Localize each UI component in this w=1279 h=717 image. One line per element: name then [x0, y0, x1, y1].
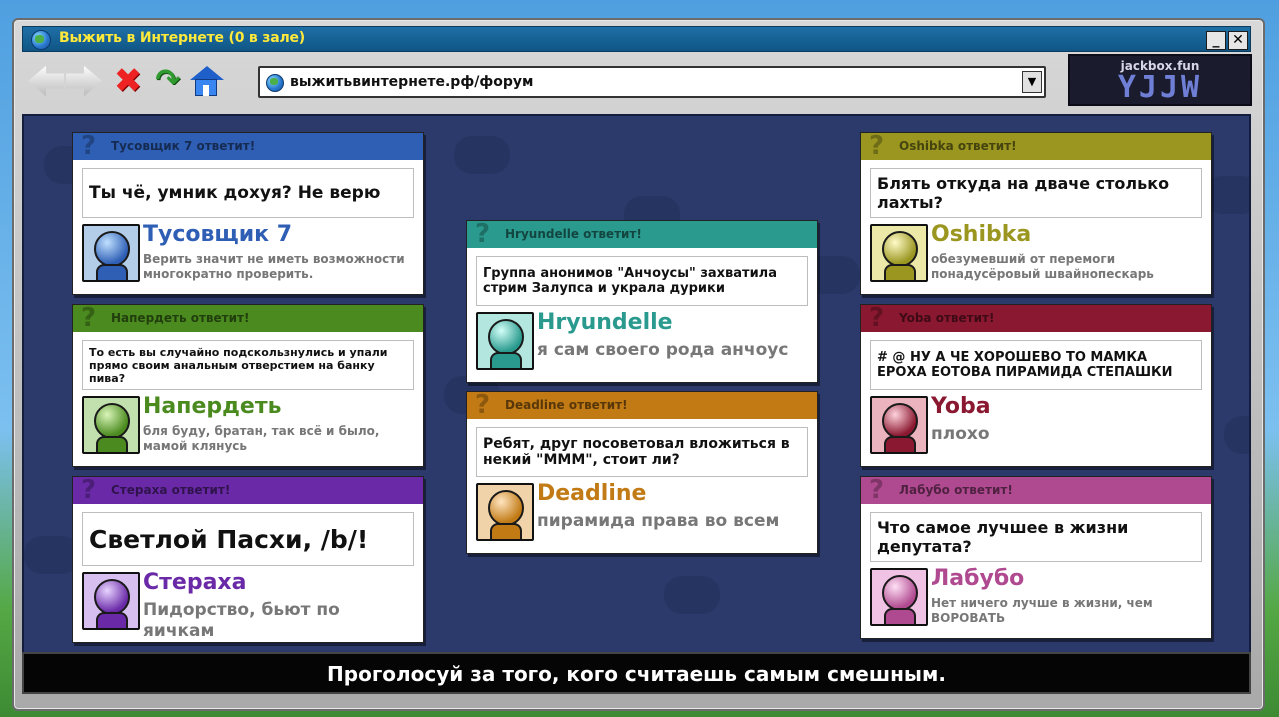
post-card[interactable]: ? Hryundelle ответит! Группа анонимов "А… [466, 220, 818, 383]
author-row: Стераха Пидорство, бьют по яичкам [82, 570, 414, 641]
vote-instruction: Проголосуй за того, кого считаешь самым … [327, 662, 946, 686]
post-card[interactable]: ? Стераха ответит! Светлой Пасхи, /b/! С… [72, 476, 424, 643]
room-code-panel: jackbox.fun YJJW [1068, 54, 1252, 106]
answer-text: Верить значит не иметь возможности много… [143, 252, 405, 281]
post-header-text: Yoba ответит! [899, 311, 995, 325]
post-header: ? Стераха ответит! [73, 477, 423, 504]
question-icon: ? [475, 390, 491, 420]
post-card[interactable]: ? Лабубо ответит! Что самое лучшее в жиз… [860, 476, 1212, 639]
post-header: ? Hryundelle ответит! [467, 221, 817, 248]
post-prompt: Группа анонимов "Анчоусы" захватила стри… [476, 256, 808, 306]
post-header-text: Стераха ответит! [111, 483, 231, 497]
question-icon: ? [475, 219, 491, 249]
browser-window: Выжить в Интернете (0 в зале) _ ✕ ✖ ↷ вы… [12, 18, 1265, 711]
post-card[interactable]: ? Deadline ответит! Ребят, друг посовето… [466, 391, 818, 554]
post-header: ? Тусовщик 7 ответит! [73, 133, 423, 160]
post-header: ? Deadline ответит! [467, 392, 817, 419]
post-prompt: Ты чё, умник дохуя? Не верю [82, 168, 414, 218]
back-arrow-icon[interactable] [28, 65, 64, 97]
question-icon: ? [869, 131, 885, 161]
home-icon[interactable] [188, 64, 224, 98]
post-card[interactable]: ? Напердеть ответит! То есть вы случайно… [72, 304, 424, 467]
avatar [476, 483, 534, 541]
post-prompt: Блять откуда на дваче столько лахты? [870, 168, 1202, 218]
author-row: Напердеть бля буду, братан, так всё и бы… [82, 394, 414, 458]
author-row: Yoba плохо [870, 394, 1202, 458]
site-globe-icon [266, 74, 284, 92]
author-row: Oshibka обезумевший от перемоги понадусё… [870, 222, 1202, 286]
room-code: YJJW [1117, 70, 1203, 105]
refresh-icon[interactable]: ↷ [150, 64, 186, 98]
post-card[interactable]: ? Тусовщик 7 ответит! Ты чё, умник дохуя… [72, 132, 424, 295]
post-card[interactable]: ? Yoba ответит! # @ НУ А ЧЕ ХОРОШЕВО ТО … [860, 304, 1212, 467]
window-title: Выжить в Интернете (0 в зале) [59, 30, 305, 46]
address-dropdown-button[interactable]: ▼ [1022, 71, 1042, 93]
author-name: Лабубо [931, 566, 1025, 591]
forum-board: ? Тусовщик 7 ответит! Ты чё, умник дохуя… [22, 114, 1251, 654]
post-header-text: Hryundelle ответит! [505, 227, 642, 241]
avatar [82, 224, 140, 282]
question-icon: ? [869, 475, 885, 505]
post-header-text: Oshibka ответит! [899, 139, 1017, 153]
author-name: Стераха [143, 570, 247, 595]
answer-text: бля буду, братан, так всё и было, мамой … [143, 424, 380, 453]
post-header-text: Лабубо ответит! [899, 483, 1013, 497]
author-row: Лабубо Нет ничего лучше в жизни, чем ВОР… [870, 566, 1202, 630]
author-row: Deadline пирамида права во всем [476, 481, 808, 545]
close-button[interactable]: ✕ [1228, 31, 1248, 50]
post-prompt: # @ НУ А ЧЕ ХОРОШЕВО ТО МАМКА ЕРОХА ЕОТО… [870, 340, 1202, 390]
question-icon: ? [81, 303, 97, 333]
avatar [870, 224, 928, 282]
answer-text: Нет ничего лучше в жизни, чем ВОРОВАТЬ [931, 596, 1153, 625]
avatar [870, 396, 928, 454]
author-name: Oshibka [931, 222, 1032, 247]
author-row: Тусовщик 7 Верить значит не иметь возмож… [82, 222, 414, 286]
forward-arrow-icon[interactable] [66, 65, 102, 97]
post-header-text: Deadline ответит! [505, 398, 628, 412]
avatar [82, 572, 140, 630]
question-icon: ? [869, 303, 885, 333]
globe-icon [31, 30, 51, 50]
post-prompt: Светлой Пасхи, /b/! [82, 512, 414, 566]
post-header: ? Лабубо ответит! [861, 477, 1211, 504]
answer-text: Пидорство, бьют по яичкам [143, 600, 340, 642]
address-bar[interactable]: выжитьвинтернете.рф/форум ▼ [258, 66, 1046, 98]
answer-text: пирамида права во всем [537, 511, 780, 531]
author-row: Hryundelle я сам своего рода анчоус [476, 310, 808, 374]
title-bar: Выжить в Интернете (0 в зале) _ ✕ [22, 26, 1251, 52]
avatar [870, 568, 928, 626]
avatar [82, 396, 140, 454]
instruction-bar: Проголосуй за того, кого считаешь самым … [22, 652, 1251, 694]
author-name: Yoba [931, 394, 991, 419]
author-name: Тусовщик 7 [143, 222, 293, 247]
author-name: Напердеть [143, 394, 282, 419]
post-prompt: То есть вы случайно подскользнулись и уп… [82, 340, 414, 390]
author-name: Hryundelle [537, 310, 673, 335]
post-header: ? Yoba ответит! [861, 305, 1211, 332]
post-prompt: Что самое лучшее в жизни депутата? [870, 512, 1202, 562]
question-icon: ? [81, 131, 97, 161]
answer-text: обезумевший от перемоги понадусёровый шв… [931, 252, 1154, 281]
stop-icon[interactable]: ✖ [110, 64, 146, 98]
post-header-text: Напердеть ответит! [111, 311, 250, 325]
post-card[interactable]: ? Oshibka ответит! Блять откуда на дваче… [860, 132, 1212, 295]
author-name: Deadline [537, 481, 647, 506]
address-url: выжитьвинтернете.рф/форум [290, 74, 534, 90]
answer-text: плохо [931, 424, 990, 444]
post-header: ? Oshibka ответит! [861, 133, 1211, 160]
minimize-button[interactable]: _ [1206, 31, 1226, 50]
post-header-text: Тусовщик 7 ответит! [111, 139, 256, 153]
post-header: ? Напердеть ответит! [73, 305, 423, 332]
avatar [476, 312, 534, 370]
post-prompt: Ребят, друг посоветовал вложиться в неки… [476, 427, 808, 477]
answer-text: я сам своего рода анчоус [537, 340, 789, 360]
question-icon: ? [81, 475, 97, 505]
